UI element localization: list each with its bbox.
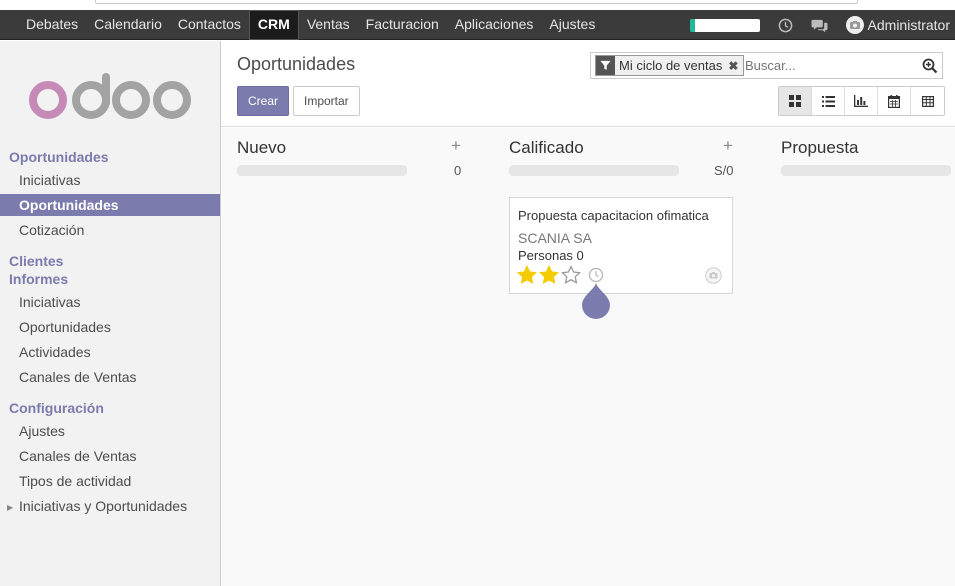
kanban-icon	[789, 95, 801, 107]
user-avatar-icon	[845, 16, 864, 34]
salesperson-avatar-icon	[705, 267, 722, 287]
kanban-board: Nuevo + 0 Calificado + S/0 Propuesta Pro…	[221, 128, 955, 586]
facet-label: Mi ciclo de ventas	[619, 58, 723, 73]
column-total: S/0	[714, 163, 734, 178]
systray: Administrator	[689, 10, 950, 40]
priority-stars	[517, 265, 583, 285]
kanban-view-button[interactable]	[779, 87, 812, 115]
sidebar-item-oportunidades[interactable]: Oportunidades	[0, 194, 220, 216]
section-clientes[interactable]: Clientes	[9, 253, 63, 269]
sidebar-item-informes-iniciativas[interactable]: Iniciativas	[0, 291, 220, 313]
sidebar-item-iniciativas[interactable]: Iniciativas	[0, 169, 220, 191]
section-configuracion: Configuración	[9, 400, 104, 416]
graph-icon	[854, 95, 868, 107]
star-filled-icon[interactable]	[539, 265, 559, 285]
graph-view-button[interactable]	[845, 87, 878, 115]
card-title: Propuesta capacitacion ofimatica	[518, 208, 709, 223]
calendar-icon	[888, 94, 900, 108]
sidebar-item-tipos-actividad[interactable]: Tipos de actividad	[0, 470, 220, 492]
sidebar: Oportunidades Iniciativas Oportunidades …	[0, 41, 221, 586]
progress-fill	[689, 18, 696, 32]
sidebar-item-ajustes[interactable]: Ajustes	[0, 420, 220, 442]
kanban-card[interactable]: Propuesta capacitacion ofimatica SCANIA …	[509, 197, 733, 294]
main-content: Oportunidades Crear Importar Mi ciclo de…	[221, 41, 955, 586]
planner-progress-bar[interactable]	[689, 18, 760, 32]
cursor-drop-icon	[582, 283, 610, 319]
sidebar-item-canales-de-ventas[interactable]: Canales de Ventas	[0, 366, 220, 388]
sidebar-item-actividades[interactable]: Actividades	[0, 341, 220, 363]
menu-aplicaciones[interactable]: Aplicaciones	[447, 10, 542, 40]
menu-ajustes[interactable]: Ajustes	[541, 10, 603, 40]
star-empty-icon[interactable]	[561, 265, 581, 285]
pivot-view-button[interactable]	[911, 87, 944, 115]
search-input[interactable]	[745, 56, 915, 75]
sidebar-item-config-canales[interactable]: Canales de Ventas	[0, 445, 220, 467]
section-oportunidades: Oportunidades	[9, 149, 109, 165]
app-menu: Debates Calendario Contactos CRM Ventas …	[18, 10, 603, 40]
menu-crm[interactable]: CRM	[248, 10, 299, 40]
pivot-icon	[921, 95, 934, 107]
view-switcher	[778, 86, 945, 116]
menu-ventas[interactable]: Ventas	[299, 10, 358, 40]
user-menu[interactable]: Administrator	[845, 16, 950, 34]
add-icon[interactable]: +	[723, 136, 733, 156]
sidebar-item-cotizacion[interactable]: Cotización	[0, 219, 220, 241]
page-title: Oportunidades	[237, 54, 356, 74]
list-icon	[821, 95, 835, 107]
list-view-button[interactable]	[812, 87, 845, 115]
sidebar-item-iniciativas-oportunidades[interactable]: Iniciativas y Oportunidades	[0, 495, 220, 517]
star-filled-icon[interactable]	[517, 265, 537, 285]
column-progress-bar[interactable]	[237, 165, 407, 176]
close-icon[interactable]: ✖	[728, 59, 738, 73]
menu-calendario[interactable]: Calendario	[86, 10, 170, 40]
add-icon[interactable]: +	[451, 136, 461, 156]
control-panel: Oportunidades Crear Importar Mi ciclo de…	[221, 41, 955, 127]
sidebar-item-informes-oportunidades[interactable]: Oportunidades	[0, 316, 220, 338]
chat-icon[interactable]	[811, 18, 828, 33]
column-title: Calificado	[509, 138, 584, 157]
import-button[interactable]: Importar	[293, 86, 360, 116]
create-button[interactable]: Crear	[237, 86, 290, 116]
browser-chrome	[0, 0, 955, 10]
calendar-view-button[interactable]	[878, 87, 911, 115]
card-partner: SCANIA SA	[518, 230, 592, 246]
column-progress-bar[interactable]	[509, 165, 679, 176]
filter-icon	[596, 56, 615, 75]
user-name: Administrator	[867, 17, 950, 33]
column-progress-bar[interactable]	[781, 165, 951, 176]
menu-contactos[interactable]: Contactos	[170, 10, 249, 40]
column-total: 0	[454, 163, 462, 178]
card-persons: Personas 0	[518, 248, 584, 263]
clock-icon[interactable]	[778, 18, 793, 33]
odoo-logo	[29, 73, 191, 119]
search-facet: Mi ciclo de ventas ✖	[595, 55, 745, 76]
top-navbar: Debates Calendario Contactos CRM Ventas …	[0, 10, 955, 40]
section-informes: Informes	[9, 271, 69, 287]
column-title: Nuevo	[237, 138, 287, 157]
search-icon[interactable]	[922, 58, 938, 77]
address-bar[interactable]	[95, 0, 858, 4]
column-title: Propuesta	[781, 138, 859, 157]
menu-facturacion[interactable]: Facturacion	[358, 10, 447, 40]
search-box: Mi ciclo de ventas ✖	[590, 52, 943, 79]
menu-debates[interactable]: Debates	[18, 10, 86, 40]
